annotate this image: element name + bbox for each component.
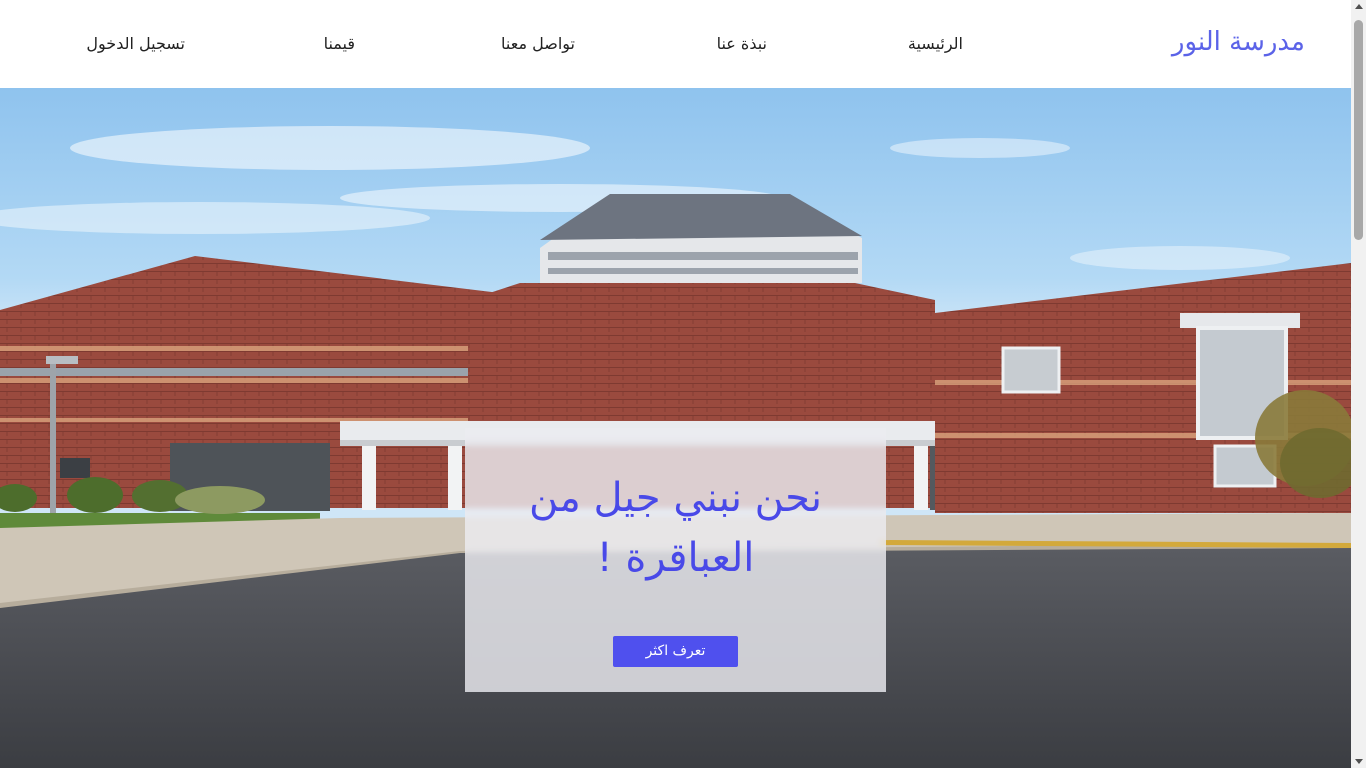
vertical-scrollbar[interactable] <box>1351 0 1366 768</box>
page: مدرسة النور الرئيسية نبذة عنا تواصل معنا… <box>0 0 1351 768</box>
nav-link-values[interactable]: قيمنا <box>324 30 355 58</box>
scrollbar-thumb[interactable] <box>1354 20 1363 240</box>
hero-title: نحن نبني جيل من العباقرة ! <box>528 475 823 581</box>
navbar: مدرسة النور الرئيسية نبذة عنا تواصل معنا… <box>0 0 1351 88</box>
hero-section: نحن نبني جيل من العباقرة ! تعرف اكثر <box>0 88 1351 768</box>
hero-card: نحن نبني جيل من العباقرة ! تعرف اكثر <box>465 428 886 692</box>
nav-link-about[interactable]: نبذة عنا <box>717 30 767 58</box>
nav-link-login[interactable]: تسجيل الدخول <box>86 30 185 58</box>
scroll-up-arrow-icon[interactable] <box>1355 4 1363 9</box>
nav-link-home[interactable]: الرئيسية <box>908 30 963 58</box>
learn-more-button[interactable]: تعرف اكثر <box>613 636 738 667</box>
nav-link-contact[interactable]: تواصل معنا <box>501 30 575 58</box>
brand-logo-link[interactable]: مدرسة النور <box>1172 22 1305 62</box>
scroll-down-arrow-icon[interactable] <box>1355 759 1363 764</box>
